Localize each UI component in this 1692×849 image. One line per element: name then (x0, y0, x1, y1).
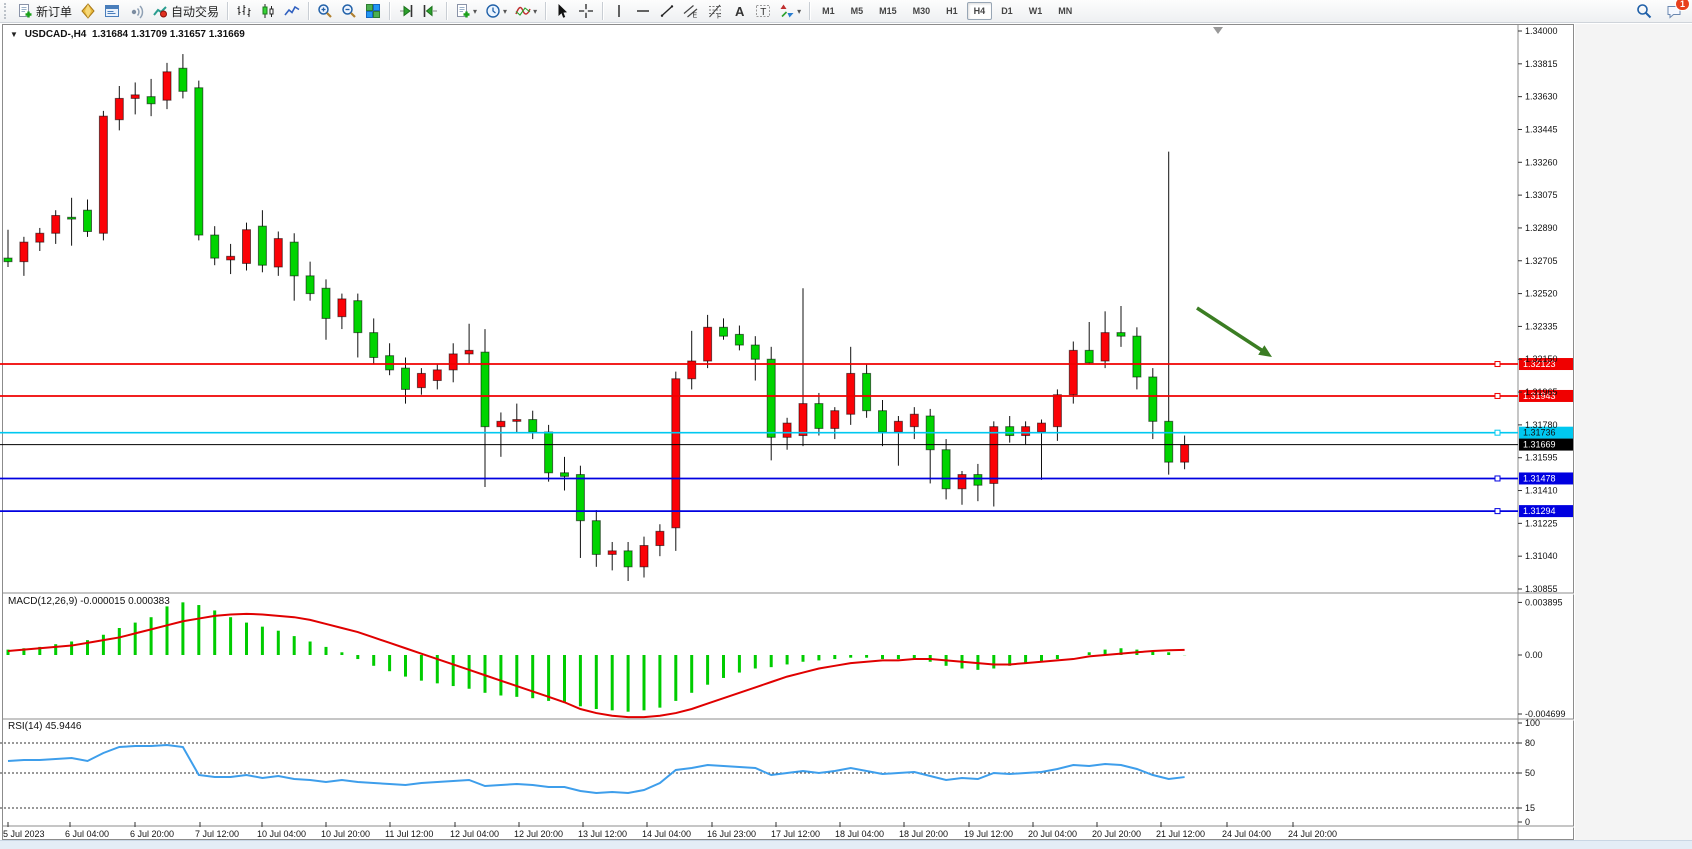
workspace-background (1575, 24, 1692, 849)
top-toolbar: 新订单 自动交易 ▾ ▾ ▾ E F A T ▾ M1M5M15M30H1H4D1W1MN 1 (0, 0, 1692, 23)
svg-text:A: A (735, 4, 745, 19)
timeframe-m30-button[interactable]: M30 (906, 2, 938, 20)
fibonacci-button[interactable]: F (703, 0, 727, 22)
timeframe-h4-button[interactable]: H4 (967, 2, 993, 20)
timeframe-h1-button[interactable]: H1 (939, 2, 965, 20)
auto-scroll-button[interactable] (394, 0, 418, 22)
zoom-in-button[interactable] (313, 0, 337, 22)
vertical-line-button[interactable] (607, 0, 631, 22)
mt4-application-window: { "toolbar": { "new_order_label": "新订单",… (0, 0, 1692, 849)
new-order-button-label: 新订单 (36, 3, 72, 20)
toolbar-separator (809, 2, 810, 20)
gold-diamond-icon (80, 3, 96, 19)
indicator-curve-icon (515, 3, 531, 19)
symbol-timeframe: USDCAD-,H4 (25, 29, 87, 40)
indicators-button[interactable]: ▾ (511, 0, 541, 22)
letter-a-icon: A (731, 3, 747, 19)
profiles-button[interactable]: ▾ (481, 0, 511, 22)
timeframe-d1-button[interactable]: D1 (994, 2, 1020, 20)
vline-icon (611, 3, 627, 19)
doc-plus-icon (455, 3, 471, 19)
terminal-window-icon (104, 3, 120, 19)
autotrading-button[interactable]: 自动交易 (148, 0, 223, 22)
trendline-icon (659, 3, 675, 19)
macd-indicator-label: MACD(12,26,9) -0.000015 0.000383 (8, 596, 170, 607)
signals-button[interactable] (124, 0, 148, 22)
search-icon (1636, 3, 1652, 19)
trendline-button[interactable] (655, 0, 679, 22)
status-strip (0, 840, 1692, 849)
equidistant-channel-button[interactable]: E (679, 0, 703, 22)
toolbar-separator (545, 2, 546, 20)
magnifier-plus-icon (317, 3, 333, 19)
hline-icon (635, 3, 651, 19)
dropdown-caret-icon[interactable]: ▾ (533, 7, 537, 16)
svg-text:E: E (693, 13, 698, 20)
signal-waves-icon (128, 3, 144, 19)
notifications-button[interactable]: 1 (1662, 0, 1686, 22)
timeframe-m15-button[interactable]: M15 (872, 2, 904, 20)
autoscroll-icon (398, 3, 414, 19)
autotrading-button-label: 自动交易 (171, 3, 219, 20)
cursor-arrow-icon (554, 3, 570, 19)
crosshair-button[interactable] (574, 0, 598, 22)
text-button[interactable]: A (727, 0, 751, 22)
ohlc-readout: 1.31684 1.31709 1.31657 1.31669 (92, 29, 245, 40)
rsi-indicator-label: RSI(14) 45.9446 (8, 721, 81, 732)
line-chart-button[interactable] (280, 0, 304, 22)
chart-menu-icon[interactable]: ▼ (10, 30, 18, 39)
fibo-f-icon: F (707, 3, 723, 19)
horizontal-line-button[interactable] (631, 0, 655, 22)
new-chart-button[interactable]: ▾ (451, 0, 481, 22)
timeframe-m5-button[interactable]: M5 (844, 2, 871, 20)
cursor-button[interactable] (550, 0, 574, 22)
dropdown-caret-icon[interactable]: ▾ (797, 7, 801, 16)
text-label-button[interactable]: T (751, 0, 775, 22)
chart-shift-button[interactable] (418, 0, 442, 22)
new-order-button[interactable]: 新订单 (13, 0, 76, 22)
arrow-shapes-icon (779, 3, 795, 19)
toolbar-separator (227, 2, 228, 20)
svg-text:F: F (717, 14, 721, 20)
ohlc-bars-icon (236, 3, 252, 19)
chart-shift-icon (422, 3, 438, 19)
toolbar-separator (389, 2, 390, 20)
line-curve-icon (284, 3, 300, 19)
clock-icon (485, 3, 501, 19)
dropdown-caret-icon[interactable]: ▾ (503, 7, 507, 16)
doc-plus-icon (17, 3, 33, 19)
timeframe-mn-button[interactable]: MN (1051, 2, 1079, 20)
crosshair-icon (578, 3, 594, 19)
timeframe-w1-button[interactable]: W1 (1022, 2, 1050, 20)
toolbar-buttons: 新订单 自动交易 ▾ ▾ ▾ E F A T ▾ M1M5M15M30H1H4D1W1MN (13, 0, 1080, 22)
tiles-icon (365, 3, 381, 19)
timeframe-m1-button[interactable]: M1 (815, 2, 842, 20)
toolbar-grip[interactable] (4, 3, 9, 19)
zoom-out-button[interactable] (337, 0, 361, 22)
candle-icon (260, 3, 276, 19)
tile-windows-button[interactable] (361, 0, 385, 22)
rsi-value: 45.9446 (45, 721, 81, 732)
label-t-icon: T (755, 3, 771, 19)
search-button[interactable] (1632, 0, 1656, 22)
arrows-button[interactable]: ▾ (775, 0, 805, 22)
candlestick-button[interactable] (256, 0, 280, 22)
metaeditor-button[interactable] (76, 0, 100, 22)
bar-chart-button[interactable] (232, 0, 256, 22)
magnifier-minus-icon (341, 3, 357, 19)
toolbar-separator (446, 2, 447, 20)
toolbar-separator (308, 2, 309, 20)
macd-values: -0.000015 0.000383 (80, 596, 170, 607)
notification-badge: 1 (1675, 0, 1690, 11)
autotrading-icon (152, 3, 168, 19)
channel-e-icon: E (683, 3, 699, 19)
dropdown-caret-icon[interactable]: ▾ (473, 7, 477, 16)
toolbar-separator (602, 2, 603, 20)
chart-title: ▼ USDCAD-,H4 1.31684 1.31709 1.31657 1.3… (10, 29, 245, 40)
chart-window (2, 24, 1574, 840)
toolbar-right: 1 (1632, 1, 1686, 21)
svg-text:T: T (760, 7, 766, 18)
terminal-button[interactable] (100, 0, 124, 22)
